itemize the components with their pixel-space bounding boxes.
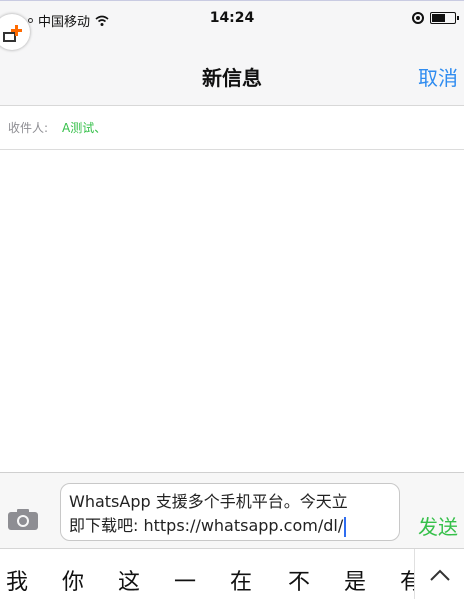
candidate-word[interactable]: 是 [344,564,366,596]
text-caret [344,516,347,537]
cancel-button[interactable]: 取消 [418,62,458,91]
message-input[interactable]: WhatsApp 支援多个手机平台。今天立 即下载吧: https://what… [60,483,400,541]
status-right [412,12,459,24]
message-line-2: 即下载吧: https://whatsapp.com/dl/ [69,514,391,538]
status-time: 14:24 [209,10,255,26]
message-area [0,150,464,472]
message-line-1: WhatsApp 支援多个手机平台。今天立 [69,492,348,511]
status-bar: 中国移动 14:24 [0,0,464,40]
battery-icon [430,12,459,24]
message-line-2-text: 即下载吧: https://whatsapp.com/dl/ [69,516,344,535]
candidate-word[interactable]: 这 [118,564,140,596]
chevron-up-icon[interactable] [414,549,464,599]
candidate-word[interactable]: 我 [6,564,28,596]
candidate-word[interactable]: 一 [174,564,196,596]
recipient-row[interactable]: 收件人: A测试、 [0,106,464,150]
recipient-label: 收件人: [8,121,49,135]
nav-bar: 新信息 取消 [0,40,464,106]
page-title: 新信息 [202,66,262,90]
candidate-word[interactable]: 不 [288,564,310,596]
input-bar: WhatsApp 支援多个手机平台。今天立 即下载吧: https://what… [0,472,464,548]
candidate-bar: 我 你 这 一 在 不 是 有 [0,548,464,599]
send-button[interactable]: 发送 [418,511,458,540]
camera-icon[interactable] [6,507,40,531]
candidate-word[interactable]: 在 [230,564,252,596]
recipient-chip[interactable]: A测试、 [62,119,106,136]
candidate-word[interactable]: 你 [62,564,84,596]
orientation-lock-icon [412,12,424,24]
